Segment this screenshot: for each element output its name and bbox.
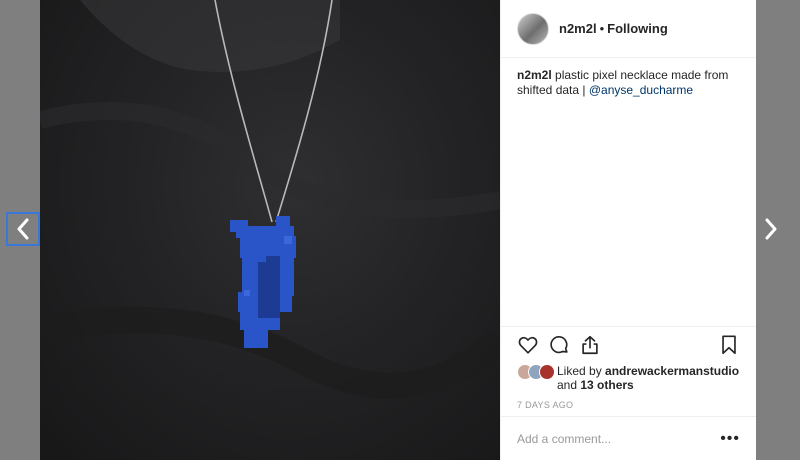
likes-and: and <box>557 378 581 392</box>
comment-icon <box>550 335 568 353</box>
chevron-right-icon <box>765 218 777 240</box>
share-icon <box>582 335 598 354</box>
like-button[interactable] <box>517 334 539 356</box>
more-icon[interactable]: ••• <box>720 430 740 448</box>
separator-dot: • <box>599 21 605 36</box>
post-sidebar: n2m2l • Following n2m2l plastic pixel neck… <box>500 0 756 460</box>
post-caption: n2m2l plastic pixel necklace made from s… <box>501 58 756 326</box>
caption-username[interactable]: n2m2l <box>517 68 552 82</box>
liker-avatar <box>539 364 555 380</box>
likes-text: Liked by andrewackermanstudio and 13 oth… <box>557 364 739 392</box>
post-photo[interactable] <box>40 0 500 460</box>
follow-status-button[interactable]: Following <box>607 21 668 36</box>
likes-summary: Liked by andrewackermanstudio and 13 oth… <box>501 362 756 396</box>
comment-button[interactable] <box>548 334 570 356</box>
post-modal: n2m2l • Following n2m2l plastic pixel neck… <box>40 0 756 460</box>
bookmark-icon <box>722 334 736 354</box>
share-button[interactable] <box>579 334 601 356</box>
chevron-left-icon <box>17 218 29 240</box>
username-link[interactable]: n2m2l <box>559 21 597 36</box>
previous-post-button[interactable] <box>6 212 40 246</box>
heart-icon <box>518 336 538 354</box>
likes-prefix: Liked by <box>557 364 606 378</box>
necklace-photo-illustration <box>40 0 500 399</box>
likes-user-link[interactable]: andrewackermanstudio <box>605 364 739 378</box>
save-button[interactable] <box>718 334 740 356</box>
liker-avatars <box>517 364 557 380</box>
next-post-button[interactable] <box>754 212 788 246</box>
caption-mention-link[interactable]: @anyse_ducharme <box>589 83 693 97</box>
comment-input[interactable] <box>517 431 721 446</box>
post-header: n2m2l • Following <box>501 0 756 58</box>
comment-bar: ••• <box>501 416 756 460</box>
likes-others-link[interactable]: 13 others <box>580 378 633 392</box>
post-timestamp[interactable]: 7 DAYS AGO <box>501 396 756 416</box>
post-actions <box>501 326 756 362</box>
avatar[interactable] <box>517 12 549 45</box>
post-header-text: n2m2l • Following <box>559 21 668 36</box>
